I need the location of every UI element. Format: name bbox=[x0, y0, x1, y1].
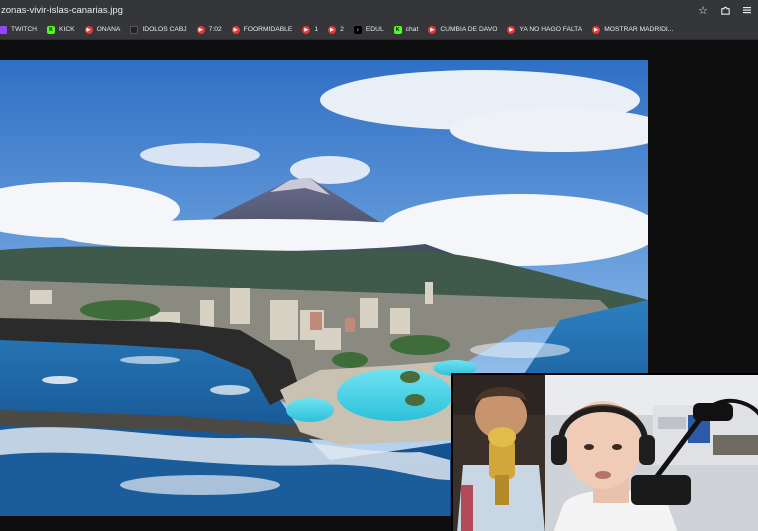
youtube-icon: ▶ bbox=[231, 25, 240, 34]
bookmark-kick[interactable]: K KICK bbox=[47, 25, 75, 34]
bookmark-foormidable[interactable]: ▶ FOORMIDABLE bbox=[231, 25, 292, 34]
webcam-overlay bbox=[451, 373, 758, 531]
bookmark-mostrar-madridi[interactable]: ▶ MOSTRAR MADRIDI... bbox=[592, 25, 673, 34]
youtube-icon: ▶ bbox=[84, 25, 93, 34]
menu-icon[interactable] bbox=[736, 0, 758, 20]
kick-icon: K bbox=[47, 25, 55, 34]
bookmark-onana[interactable]: ▶ ONANA bbox=[84, 25, 120, 34]
kick-icon: K bbox=[393, 25, 402, 34]
youtube-icon: ▶ bbox=[428, 25, 437, 34]
bookmarks-bar: TWITCH K KICK ▶ ONANA IDOLOS CABJ ▶ 7:02 ▶ F… bbox=[0, 20, 758, 40]
bookmark-1[interactable]: ▶ 1 bbox=[302, 25, 318, 34]
tiktok-icon: ♪ bbox=[353, 25, 362, 34]
bookmark-twitch[interactable]: TWITCH bbox=[0, 25, 37, 34]
bookmark-idolos-cabj[interactable]: IDOLOS CABJ bbox=[130, 25, 187, 34]
bookmark-2[interactable]: ▶ 2 bbox=[328, 25, 344, 34]
star-icon[interactable]: ☆ bbox=[692, 0, 714, 20]
bookmark-ya-no-hago-falta[interactable]: ▶ YA NO HAGO FALTA bbox=[507, 25, 582, 34]
idolos-icon bbox=[130, 25, 139, 34]
bookmark-702[interactable]: ▶ 7:02 bbox=[196, 25, 222, 34]
youtube-icon: ▶ bbox=[328, 25, 337, 34]
extensions-icon[interactable] bbox=[714, 0, 736, 20]
bookmark-edul[interactable]: ♪ EDUL bbox=[353, 25, 384, 34]
youtube-icon: ▶ bbox=[592, 25, 601, 34]
bookmark-cumbia-de-davo[interactable]: ▶ CUMBIA DE DAVO bbox=[428, 25, 497, 34]
youtube-icon: ▶ bbox=[196, 25, 205, 34]
url-text[interactable]: zonas-vivir-islas-canarias.jpg bbox=[0, 5, 123, 16]
bookmark-chat[interactable]: Kchat bbox=[393, 25, 418, 34]
youtube-icon: ▶ bbox=[302, 25, 311, 34]
address-bar[interactable]: zonas-vivir-islas-canarias.jpg ☆ bbox=[0, 0, 758, 20]
address-bar-actions: ☆ bbox=[692, 0, 758, 20]
twitch-icon bbox=[0, 25, 7, 34]
youtube-icon: ▶ bbox=[507, 25, 516, 34]
